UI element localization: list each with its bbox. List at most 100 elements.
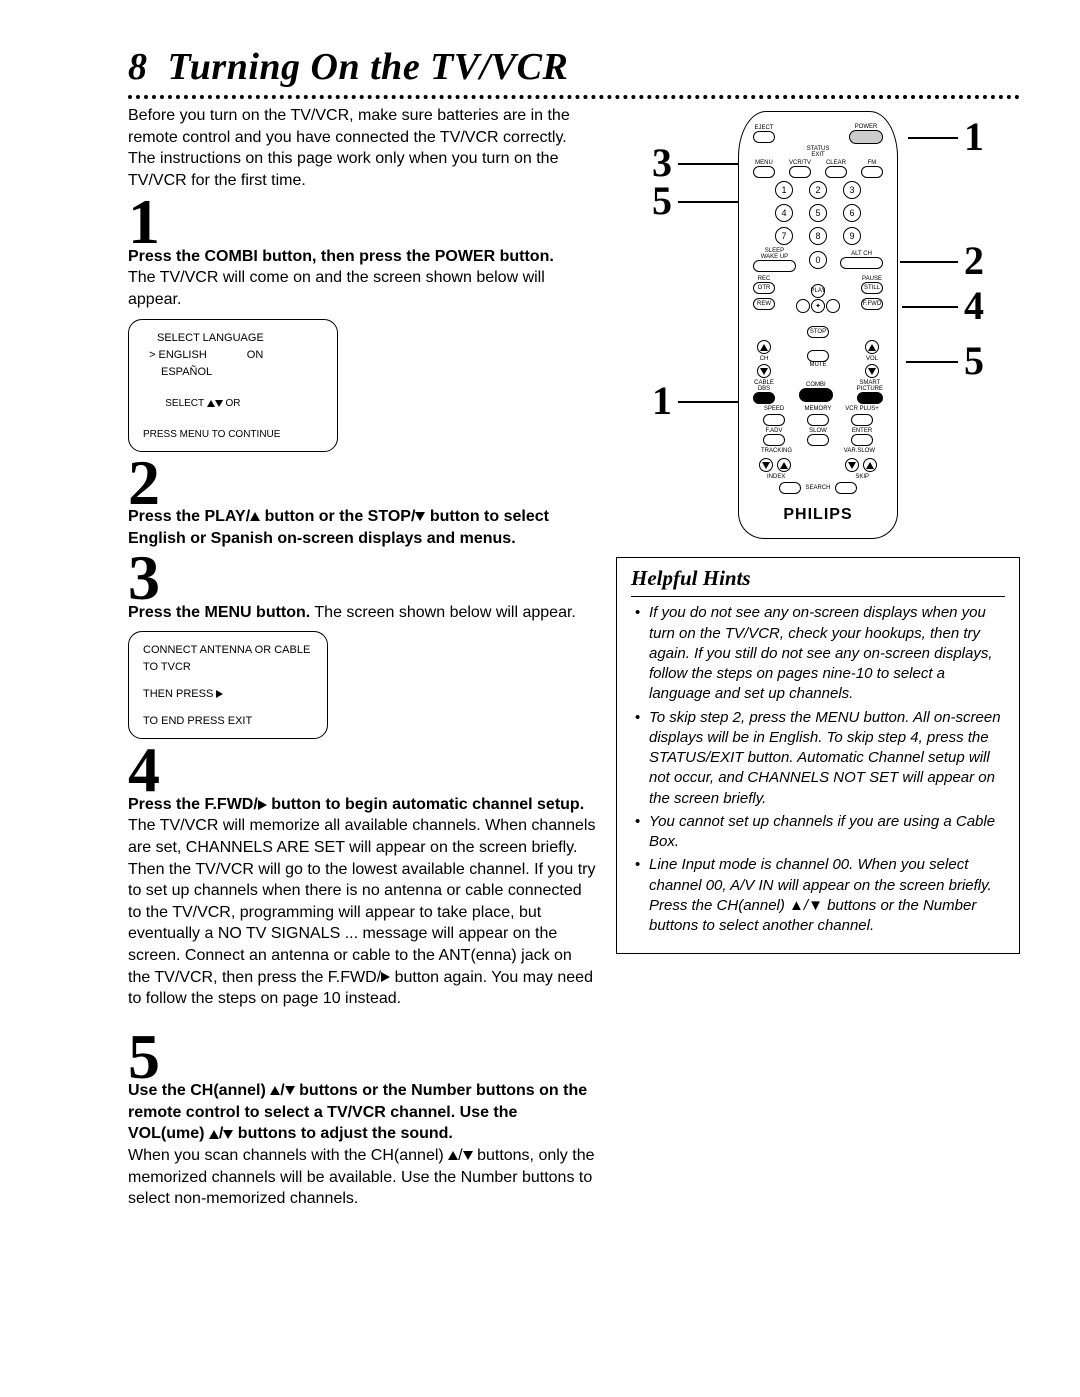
step-3-text: Press the MENU button. The screen shown … — [128, 602, 598, 624]
step-4-text: Press the F.FWD/ button to begin automat… — [128, 794, 598, 1010]
vcrplus-button[interactable] — [851, 414, 873, 426]
hint-item: Line Input mode is channel 00. When you … — [631, 855, 1005, 936]
fadv-button[interactable] — [763, 434, 785, 446]
triangle-up-icon — [868, 344, 876, 351]
vol-down-button[interactable] — [865, 364, 879, 378]
num-0-button[interactable]: 0 — [809, 251, 827, 269]
triangle-down-icon — [285, 1086, 295, 1095]
varslow-up-button[interactable] — [863, 458, 877, 472]
hints-title: Helpful Hints — [631, 558, 1005, 597]
ffwd-button[interactable]: F.FWD — [861, 298, 883, 310]
vcrtv-button[interactable] — [789, 166, 811, 178]
num-6-button[interactable]: 6 — [843, 204, 861, 222]
varslow-down-button[interactable] — [845, 458, 859, 472]
hint-item: You cannot set up channels if you are us… — [631, 812, 1005, 853]
num-3-button[interactable]: 3 — [843, 181, 861, 199]
num-4-button[interactable]: 4 — [775, 204, 793, 222]
step-1-body: The TV/VCR will come on and the screen s… — [128, 269, 545, 308]
menu-button[interactable] — [753, 166, 775, 178]
slow-button[interactable] — [807, 434, 829, 446]
altch-button[interactable] — [840, 257, 883, 269]
num-2-button[interactable]: 2 — [809, 181, 827, 199]
screen1-l2b: ON — [247, 347, 264, 364]
screen-antenna: CONNECT ANTENNA OR CABLE TO TVCR THEN PR… — [128, 631, 328, 739]
num-7-button[interactable]: 7 — [775, 227, 793, 245]
rew-button[interactable]: REW — [753, 298, 775, 310]
triangle-up-icon — [250, 512, 260, 521]
stop-button[interactable]: STOP — [807, 326, 829, 338]
step-4-number: 4 — [128, 743, 598, 797]
mute-button[interactable] — [807, 350, 829, 362]
screen1-l5: PRESS MENU TO CONTINUE — [143, 427, 323, 443]
tracking-down-button[interactable] — [759, 458, 773, 472]
label-eject: EJECT — [753, 125, 775, 131]
left-column: Before you turn on the TV/VCR, make sure… — [128, 105, 598, 1212]
callout-r-1: 1 — [964, 117, 984, 157]
helpful-hints-box: Helpful Hints If you do not see any on-s… — [616, 557, 1020, 954]
nav-left-button[interactable] — [796, 299, 810, 313]
triangle-right-icon — [258, 800, 267, 810]
clear-button[interactable] — [825, 166, 847, 178]
page-number: 8 — [128, 46, 148, 88]
triangle-up-icon — [270, 1086, 280, 1095]
memory-button[interactable] — [807, 414, 829, 426]
search-next-button[interactable] — [835, 482, 857, 494]
vol-up-button[interactable] — [865, 340, 879, 354]
triangle-right-icon — [216, 690, 223, 698]
triangle-down-icon — [868, 368, 876, 375]
ch-up-button[interactable] — [757, 340, 771, 354]
fm-button[interactable] — [861, 166, 883, 178]
step-3-bold: Press the MENU button. — [128, 604, 310, 621]
triangle-up-icon — [866, 462, 874, 469]
step-1-number: 1 — [128, 195, 598, 249]
step-1-bold: Press the COMBI button, then press the P… — [128, 248, 554, 265]
screen2-l1: CONNECT ANTENNA OR CABLE — [143, 642, 313, 659]
num-8-button[interactable]: 8 — [809, 227, 827, 245]
tracking-up-button[interactable] — [777, 458, 791, 472]
power-button[interactable] — [849, 130, 883, 144]
pause-button[interactable]: STILL — [861, 282, 883, 294]
triangle-down-icon — [415, 512, 425, 521]
screen2-l2: TO TVCR — [143, 659, 313, 676]
step-3-number: 3 — [128, 551, 598, 605]
transport-cluster: RECOTR PAUSESTILL REW F.FWD PLAY ✦ STOP — [747, 276, 889, 336]
sleep-button[interactable] — [753, 260, 796, 272]
speed-button[interactable] — [763, 414, 785, 426]
hint-item: To skip step 2, press the MENU button. A… — [631, 708, 1005, 809]
triangle-down-icon — [223, 1130, 233, 1139]
intro-text: Before you turn on the TV/VCR, make sure… — [128, 105, 598, 191]
play-button[interactable]: PLAY — [811, 284, 825, 298]
screen1-l2a: > ENGLISH — [149, 347, 207, 364]
num-9-button[interactable]: 9 — [843, 227, 861, 245]
page-title-text: Turning On the TV/VCR — [168, 46, 569, 88]
remote-control: EJECT POWER STATUS EXIT — [738, 111, 898, 539]
right-column: 1 2 4 5 3 5 1 EJECT — [616, 105, 1020, 1212]
rec-button[interactable]: OTR — [753, 282, 775, 294]
smart-button[interactable] — [857, 392, 883, 404]
num-1-button[interactable]: 1 — [775, 181, 793, 199]
numpad: 1 2 3 4 5 6 7 8 9 — [747, 181, 889, 245]
callout-l-5: 5 — [652, 181, 672, 221]
label-power: POWER — [849, 124, 883, 130]
step-3-body: The screen shown below will appear. — [310, 604, 576, 621]
ch-down-button[interactable] — [757, 364, 771, 378]
triangle-down-icon — [848, 462, 856, 469]
num-5-button[interactable]: 5 — [809, 204, 827, 222]
triangle-up-icon — [209, 1130, 219, 1139]
search-prev-button[interactable] — [779, 482, 801, 494]
step-5-number: 5 — [128, 1030, 598, 1084]
nav-center-button[interactable]: ✦ — [811, 299, 825, 313]
triangle-down-icon — [463, 1151, 473, 1160]
combi-button[interactable] — [799, 388, 833, 402]
cable-button[interactable] — [753, 392, 775, 404]
step-1-text: Press the COMBI button, then press the P… — [128, 246, 598, 311]
nav-right-button[interactable] — [826, 299, 840, 313]
screen1-l1: SELECT LANGUAGE — [143, 330, 323, 347]
callout-r-2: 2 — [964, 241, 984, 281]
screen1-l3: ESPAÑOL — [143, 364, 323, 381]
enter-button[interactable] — [851, 434, 873, 446]
dotted-rule — [128, 93, 1020, 99]
triangle-right-icon — [381, 972, 390, 982]
eject-button[interactable] — [753, 131, 775, 143]
triangle-up-icon — [448, 1151, 458, 1160]
